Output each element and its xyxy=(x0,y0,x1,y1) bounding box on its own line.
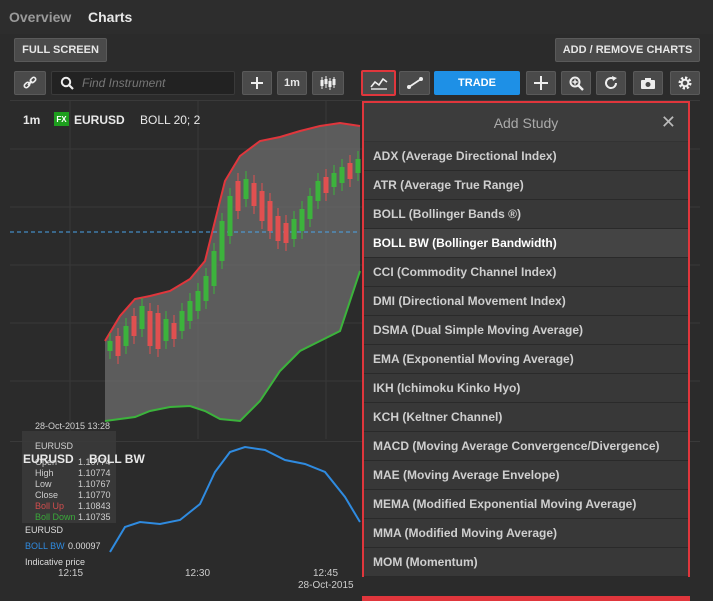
snapshot-button[interactable] xyxy=(633,71,663,95)
add-study-panel: Add Study ✕ ADX (Average Directional Ind… xyxy=(362,101,690,577)
candle-body xyxy=(195,291,201,311)
add-button[interactable] xyxy=(242,71,272,95)
trend-line-icon xyxy=(406,77,423,89)
x-tick-1230: 12:30 xyxy=(185,568,211,579)
candle-body xyxy=(339,167,345,183)
study-item[interactable]: MEMA (Modified Exponential Moving Averag… xyxy=(364,490,688,519)
candle-body xyxy=(235,181,241,211)
settings-button[interactable] xyxy=(670,71,700,95)
link-icon xyxy=(23,76,37,89)
x-tick-1215: 12:15 xyxy=(58,568,84,579)
add-study-button[interactable] xyxy=(361,70,396,96)
plus-icon xyxy=(251,77,263,89)
candle-body xyxy=(299,209,305,231)
x-date-label: 28-Oct-2015 xyxy=(298,580,354,591)
chart-interval-label: 1m xyxy=(23,113,41,127)
candle-body xyxy=(147,311,153,346)
search-box xyxy=(51,71,235,95)
draw-line-button[interactable] xyxy=(399,71,430,95)
bandwidth-line xyxy=(109,445,361,553)
zoom-button[interactable] xyxy=(561,71,591,95)
tab-charts[interactable]: Charts xyxy=(88,9,132,25)
add-remove-charts-button[interactable]: ADD / REMOVE CHARTS xyxy=(555,38,700,62)
candle-body xyxy=(179,311,185,331)
candle-body xyxy=(323,177,329,193)
chart-type-button[interactable] xyxy=(312,71,344,95)
candle-body xyxy=(123,326,129,346)
study-item[interactable]: IKH (Ichimoku Kinko Hyo) xyxy=(364,374,688,403)
candle-body xyxy=(251,183,257,206)
candle-body xyxy=(275,216,281,241)
charts-app: Overview Charts FULL SCREEN ADD / REMOVE… xyxy=(0,0,713,601)
fx-badge: FX xyxy=(54,112,69,126)
sub-symbol-label: EURUSD xyxy=(23,452,74,466)
candle-body xyxy=(267,201,273,231)
camera-icon xyxy=(641,77,655,89)
study-item[interactable]: MOM (Momentum) xyxy=(364,548,688,577)
candle-body xyxy=(139,306,145,329)
top-tabs: Overview Charts xyxy=(0,0,713,34)
chart-symbol-label: EURUSD xyxy=(74,113,125,127)
crosshair-button[interactable] xyxy=(526,71,556,95)
close-icon[interactable]: ✕ xyxy=(661,112,676,133)
study-item[interactable]: MAE (Moving Average Envelope) xyxy=(364,461,688,490)
sub-info-value: 0.00097 xyxy=(68,541,101,551)
sub-info-symbol: EURUSD xyxy=(25,525,64,535)
full-screen-button[interactable]: FULL SCREEN xyxy=(14,38,107,62)
study-item[interactable]: MACD (Moving Average Convergence/Diverge… xyxy=(364,432,688,461)
candle-body xyxy=(155,313,161,349)
link-button[interactable] xyxy=(14,71,46,95)
candle-body xyxy=(163,319,169,341)
candle-body xyxy=(283,223,289,243)
candle-body xyxy=(211,251,217,286)
bottom-highlight xyxy=(362,596,690,601)
study-item[interactable]: EMA (Exponential Moving Average) xyxy=(364,345,688,374)
study-icon xyxy=(369,77,387,90)
study-item[interactable]: ADX (Average Directional Index) xyxy=(364,142,688,171)
candle-body xyxy=(131,316,137,336)
study-item[interactable]: ATR (Average True Range) xyxy=(364,171,688,200)
candle-body xyxy=(219,221,225,261)
candle-body xyxy=(243,179,249,199)
sub-info-label: BOLL BW xyxy=(25,541,65,551)
candle-body xyxy=(115,336,121,356)
study-item[interactable]: KCH (Keltner Channel) xyxy=(364,403,688,432)
candle-body xyxy=(187,301,193,321)
tab-overview[interactable]: Overview xyxy=(9,9,71,25)
candlestick-icon xyxy=(320,76,336,90)
study-item[interactable]: DMI (Directional Movement Index) xyxy=(364,287,688,316)
candle-body xyxy=(331,173,337,187)
refresh-icon xyxy=(605,76,618,89)
trade-button[interactable]: TRADE xyxy=(434,71,520,95)
candle-body xyxy=(355,159,361,173)
info-datetime: 28-Oct-2015 13:28 xyxy=(35,421,111,431)
candle-body xyxy=(291,219,297,239)
candle-body xyxy=(307,196,313,219)
panel-header: Add Study ✕ xyxy=(364,103,688,141)
x-tick-1245: 12:45 xyxy=(313,568,339,579)
candle-body xyxy=(227,196,233,236)
candle-body xyxy=(259,191,265,221)
search-input[interactable] xyxy=(82,72,232,94)
candle-body xyxy=(315,181,321,201)
study-item[interactable]: CCI (Commodity Channel Index) xyxy=(364,258,688,287)
crosshair-icon xyxy=(534,76,548,90)
panel-title: Add Study xyxy=(493,115,559,131)
refresh-button[interactable] xyxy=(596,71,626,95)
candle-body xyxy=(203,276,209,301)
study-item[interactable]: BOLL (Bollinger Bands ®) xyxy=(364,200,688,229)
sub-study-label: BOLL BW xyxy=(89,452,145,466)
study-item[interactable]: MMA (Modified Moving Average) xyxy=(364,519,688,548)
sub-info-note: Indicative price xyxy=(25,557,86,567)
candle-body xyxy=(347,163,353,179)
search-icon xyxy=(60,76,74,90)
candle-body xyxy=(171,323,177,339)
gear-icon xyxy=(678,76,692,90)
candle-body xyxy=(107,341,113,351)
zoom-in-icon xyxy=(569,76,584,91)
interval-button[interactable]: 1m xyxy=(277,71,307,95)
study-item[interactable]: DSMA (Dual Simple Moving Average) xyxy=(364,316,688,345)
study-item[interactable]: BOLL BW (Bollinger Bandwidth) xyxy=(364,229,688,258)
chart-study-label: BOLL 20; 2 xyxy=(140,113,201,127)
